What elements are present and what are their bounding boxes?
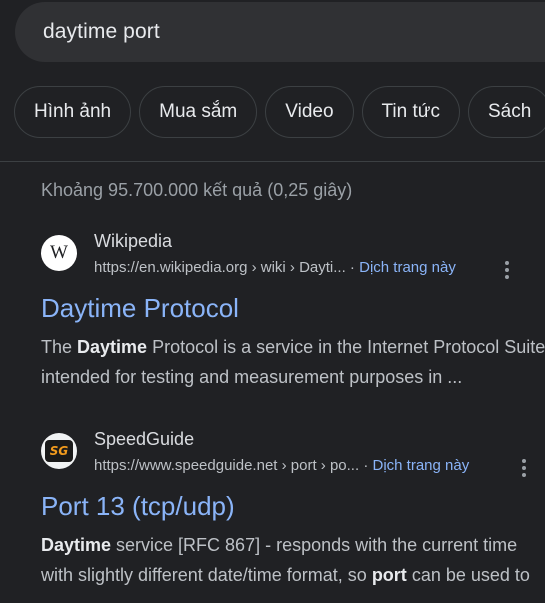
filter-chips: Hình ảnh Mua sắm Video Tin tức Sách: [14, 86, 545, 138]
speedguide-icon: SG: [41, 433, 77, 469]
divider: [0, 161, 545, 162]
search-result: W Wikipedia https://en.wikipedia.org › w…: [41, 231, 545, 387]
result-snippet: Daytime service [RFC 867] - responds wit…: [41, 530, 545, 590]
url-separator: ·: [345, 259, 360, 276]
speedguide-logo-text: SG: [45, 440, 73, 462]
url-separator: ·: [359, 457, 373, 474]
result-site-name[interactable]: SpeedGuide: [94, 429, 194, 450]
chip-images[interactable]: Hình ảnh: [14, 86, 132, 138]
translate-link[interactable]: Dịch trang này: [373, 457, 470, 474]
result-site-row[interactable]: SG SpeedGuide https://www.speedguide.net…: [41, 429, 545, 479]
result-title-link[interactable]: Port 13 (tcp/udp): [41, 491, 235, 522]
search-results-page: daytime port Hình ảnh Mua sắm Video Tin …: [0, 0, 545, 603]
search-result: SG SpeedGuide https://www.speedguide.net…: [41, 429, 545, 585]
search-query-text[interactable]: daytime port: [43, 20, 160, 44]
snippet-line-1: Daytime service [RFC 867] - responds wit…: [41, 535, 518, 555]
three-dots-vertical-icon[interactable]: [521, 459, 527, 477]
chip-books[interactable]: Sách: [468, 86, 545, 138]
result-url: https://en.wikipedia.org › wiki › Dayti.…: [94, 259, 456, 276]
result-title-link[interactable]: Daytime Protocol: [41, 293, 239, 324]
chip-news[interactable]: Tin tức: [361, 86, 460, 138]
result-url-text: https://en.wikipedia.org › wiki › Dayti.…: [94, 259, 346, 276]
translate-link[interactable]: Dịch trang này: [359, 259, 456, 276]
wikipedia-icon: W: [41, 235, 77, 271]
result-url-text: https://www.speedguide.net › port › po..…: [94, 457, 360, 474]
result-site-name[interactable]: Wikipedia: [94, 231, 172, 252]
chip-shopping[interactable]: Mua sắm: [139, 86, 258, 138]
snippet-line-1: The Daytime Protocol is a service in the…: [41, 337, 545, 357]
search-input[interactable]: daytime port: [15, 2, 545, 62]
snippet-line-2: with slightly different date/time format…: [41, 565, 530, 585]
result-stats: Khoảng 95.700.000 kết quả (0,25 giây): [41, 180, 353, 200]
three-dots-vertical-icon[interactable]: [504, 261, 510, 279]
result-snippet: The Daytime Protocol is a service in the…: [41, 332, 545, 392]
snippet-line-2: intended for testing and measurement pur…: [41, 367, 463, 387]
chip-video[interactable]: Video: [265, 86, 354, 138]
result-site-row[interactable]: W Wikipedia https://en.wikipedia.org › w…: [41, 231, 545, 281]
result-url: https://www.speedguide.net › port › po..…: [94, 457, 469, 474]
